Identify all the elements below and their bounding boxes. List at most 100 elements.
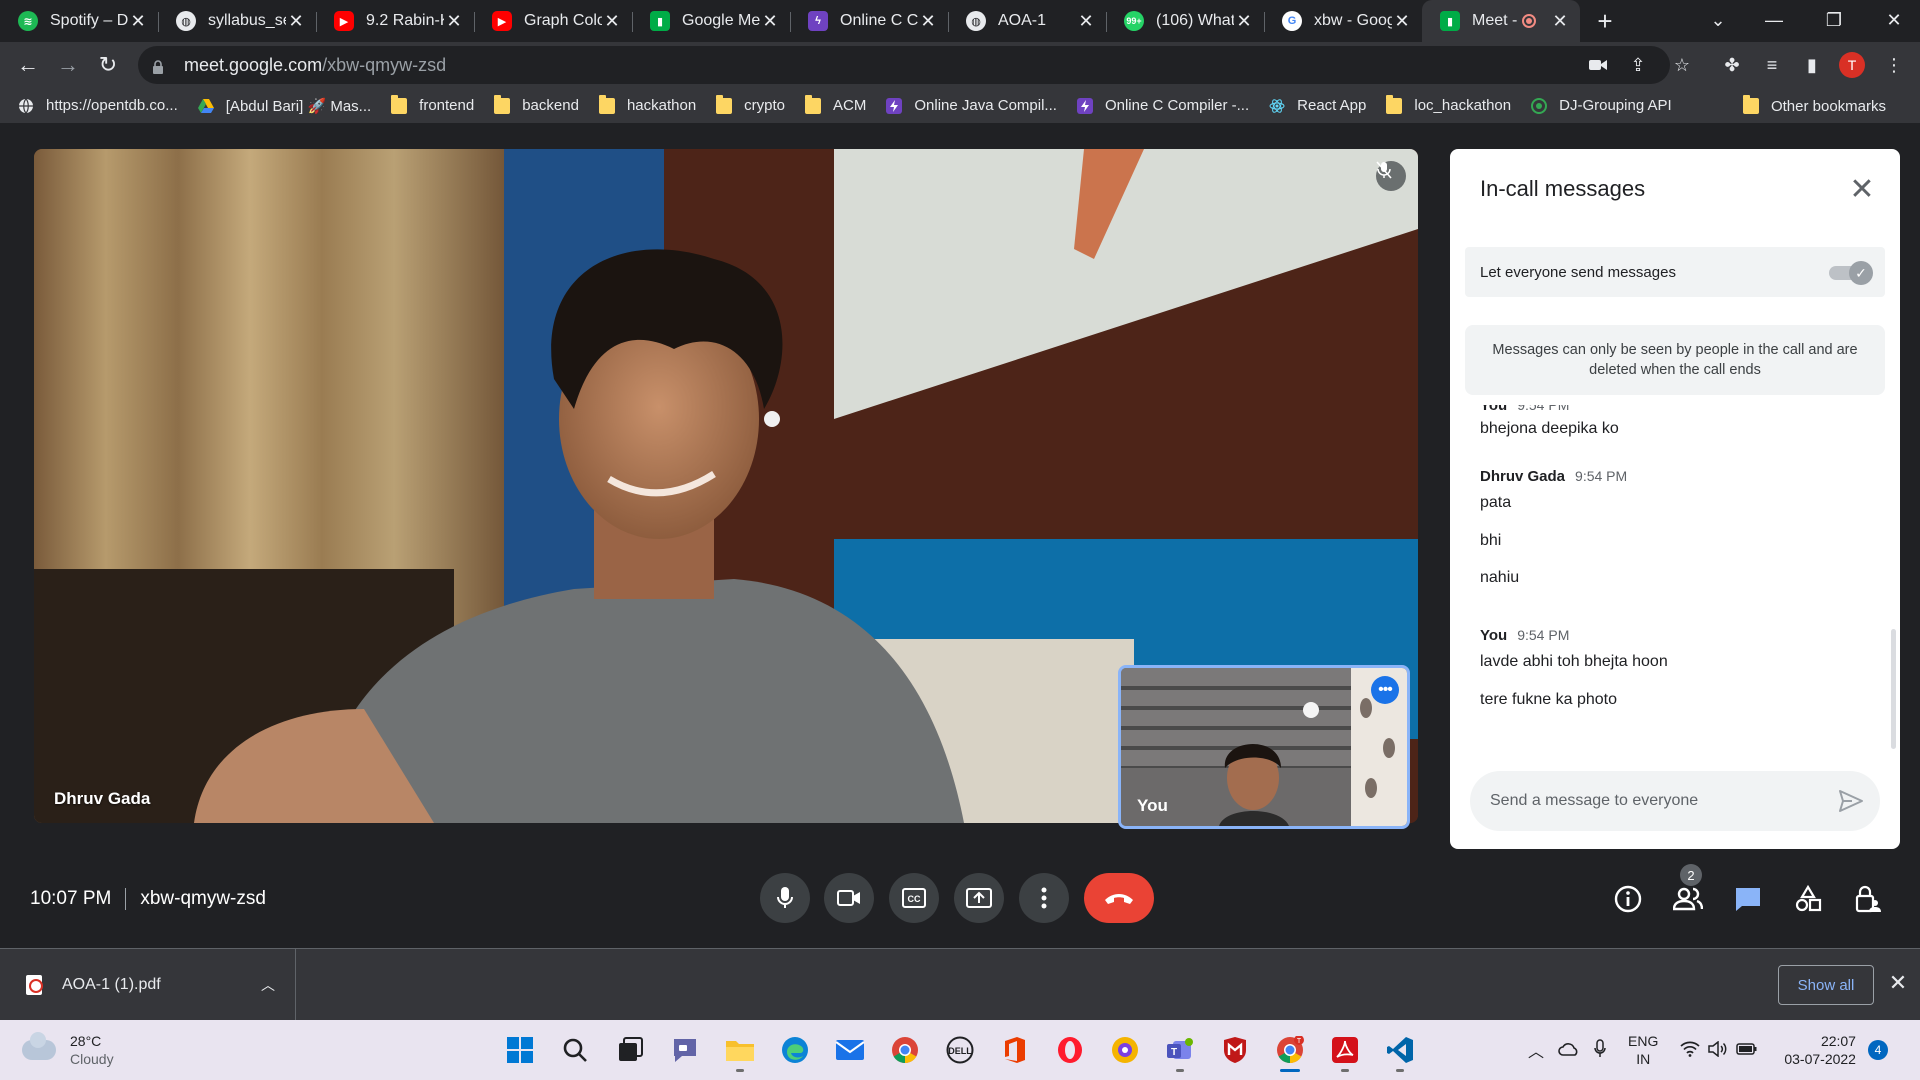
captions-button[interactable]: CC [889,873,939,923]
mcafee-icon[interactable] [1217,1032,1253,1068]
tab-syllabus[interactable]: ◍ syllabus_sem ✕ [158,0,316,42]
microphone-tray-icon[interactable] [1594,1038,1606,1062]
chevron-up-icon[interactable]: ︿ [1528,1038,1544,1062]
reload-icon[interactable]: ↻ [88,47,128,83]
bookmark-online-java-compiler[interactable]: Online Java Compil... [886,97,1057,114]
restore-icon[interactable]: ❐ [1806,0,1862,40]
host-controls-button[interactable] [1848,879,1888,919]
bookmark-hackathon[interactable]: hackathon [598,94,696,114]
bookmark-opentdb[interactable]: https://opentdb.co... [18,97,178,114]
leave-call-button[interactable] [1084,873,1154,923]
file-explorer-icon[interactable] [722,1032,758,1072]
acrobat-icon[interactable] [1327,1032,1363,1072]
show-all-button[interactable]: Show all [1778,965,1874,1005]
bookmark-backend[interactable]: backend [494,94,579,114]
notification-badge[interactable]: 4 [1867,1040,1888,1060]
close-downloads-icon[interactable]: ✕ [1884,969,1912,997]
other-bookmarks[interactable]: Other bookmarks [1742,88,1886,124]
wifi-icon[interactable] [1680,1041,1700,1060]
present-button[interactable] [954,873,1004,923]
bookmark-loc-hackathon[interactable]: loc_hackathon [1386,94,1511,114]
tab-google-meet[interactable]: ▮ Google Meet ✕ [632,0,790,42]
microphone-button[interactable] [760,873,810,923]
clock[interactable]: 22:07 03-07-2022 [1784,1032,1856,1068]
message-time: 9:54 PM [1517,627,1570,643]
volume-icon[interactable] [1708,1039,1728,1060]
bookmark-dj-grouping-api[interactable]: DJ-Grouping API [1531,97,1672,114]
bookmark-frontend[interactable]: frontend [391,94,474,114]
chevron-up-icon[interactable]: ︿ [261,975,275,995]
teams-icon[interactable]: T [1162,1032,1198,1072]
new-tab-button[interactable]: + [1580,0,1630,42]
tab-google-search[interactable]: G xbw - Google Search ✕ [1264,0,1422,42]
language-indicator[interactable]: ENG IN [1628,1032,1658,1068]
bookmark-online-c-compiler[interactable]: Online C Compiler -... [1076,97,1249,114]
tab-spotify[interactable]: ≋ Spotify – Dance ✕ [0,0,158,42]
send-icon[interactable] [1838,789,1864,813]
profile-avatar[interactable]: T [1834,48,1870,82]
office-icon[interactable] [997,1032,1033,1068]
more-options-button[interactable] [1019,873,1069,923]
tab-online-c-compiler[interactable]: ϟ Online C Compiler ✕ [790,0,948,42]
mail-icon[interactable] [832,1032,868,1068]
address-bar[interactable]: meet.google.com/xbw-qmyw-zsd ⇪ [138,46,1670,84]
close-tab-icon[interactable]: ✕ [1550,11,1570,32]
tab-graph-coloring[interactable]: ▶ Graph Coloring ✕ [474,0,632,42]
chat-scrollbar[interactable] [1891,629,1896,749]
search-icon[interactable] [557,1032,593,1068]
more-options-icon[interactable]: ••• [1371,676,1399,704]
close-tab-icon[interactable]: ✕ [286,11,306,32]
close-tab-icon[interactable]: ✕ [1392,11,1412,32]
close-tab-icon[interactable]: ✕ [602,11,622,32]
extensions-icon[interactable]: ✤ [1714,48,1750,82]
chrome-icon[interactable]: T [1272,1032,1308,1072]
meeting-info-button[interactable] [1608,879,1648,919]
chrome-icon[interactable] [887,1032,923,1068]
close-tab-icon[interactable]: ✕ [1076,11,1096,32]
teams-chat-icon[interactable] [667,1032,703,1068]
vscode-icon[interactable] [1382,1032,1418,1072]
bookmark-crypto[interactable]: crypto [716,94,785,114]
camera-in-use-icon[interactable] [1578,46,1618,84]
close-panel-icon[interactable]: ✕ [1844,171,1880,207]
forward-icon[interactable]: → [48,47,88,83]
tab-rabin-karp[interactable]: ▶ 9.2 Rabin-Karp ✕ [316,0,474,42]
generic-app-icon[interactable] [1107,1032,1143,1068]
download-item[interactable]: AOA-1 (1).pdf ︿ [0,949,296,1021]
message-input[interactable] [1490,792,1810,810]
opera-icon[interactable] [1052,1032,1088,1068]
camera-button[interactable] [824,873,874,923]
close-tab-icon[interactable]: ✕ [918,11,938,32]
share-icon[interactable]: ⇪ [1618,46,1658,84]
close-window-icon[interactable]: ✕ [1866,0,1920,40]
media-control-icon[interactable]: ≡ [1754,48,1790,82]
tab-aoa-1[interactable]: ◍ AOA-1 ✕ [948,0,1106,42]
side-panel-icon[interactable]: ▮ [1794,48,1830,82]
tab-meet-active[interactable]: ▮ Meet - xbw-qmyw-zsd ✕ [1422,0,1580,42]
weather-widget[interactable]: 28°C Cloudy [22,1032,114,1068]
onedrive-cloud-icon[interactable] [1558,1042,1580,1059]
tab-whatsapp[interactable]: 99+ (106) WhatsApp ✕ [1106,0,1264,42]
bookmark-abdul-bari[interactable]: [Abdul Bari] 🚀 Mas... [197,97,371,115]
allow-messages-toggle[interactable]: ✓ [1827,261,1873,285]
activities-button[interactable] [1788,879,1828,919]
close-tab-icon[interactable]: ✕ [444,11,464,32]
minimize-icon[interactable]: — [1746,0,1802,40]
bookmark-star-icon[interactable]: ☆ [1664,48,1700,82]
battery-icon[interactable] [1736,1042,1758,1059]
menu-kebab-icon[interactable]: ⋮ [1876,48,1912,82]
close-tab-icon[interactable]: ✕ [760,11,780,32]
bookmark-react-app[interactable]: React App [1269,97,1366,114]
close-tab-icon[interactable]: ✕ [128,11,148,32]
back-icon[interactable]: ← [8,47,48,83]
chat-button[interactable] [1728,879,1768,919]
self-view-tile[interactable]: ••• You [1118,665,1410,829]
tab-search-icon[interactable]: ⌄ [1690,0,1746,40]
bookmark-acm[interactable]: ACM [805,94,866,114]
browser-toolbar: ← → ↻ meet.google.com/xbw-qmyw-zsd ⇪ ☆ ✤… [0,42,1920,88]
dell-icon[interactable]: DELL [942,1032,978,1068]
windows-start-icon[interactable] [502,1032,538,1068]
edge-icon[interactable] [777,1032,813,1068]
close-tab-icon[interactable]: ✕ [1234,11,1254,32]
task-view-icon[interactable] [612,1032,648,1068]
